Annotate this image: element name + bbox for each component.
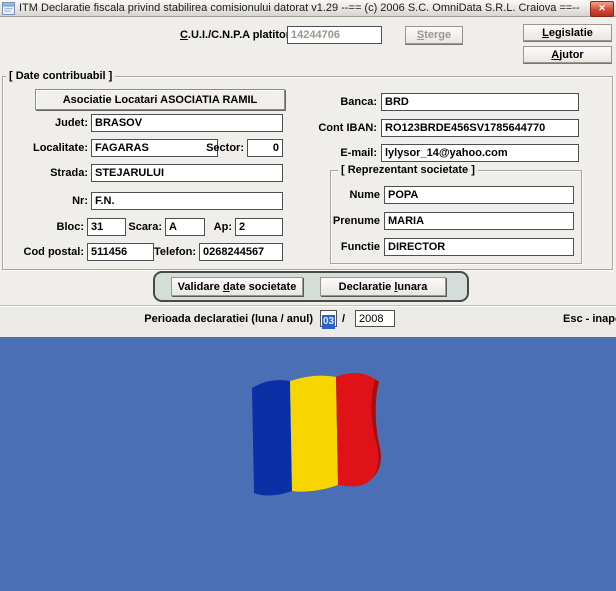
date-contribuabil-frame-label: [ Date contribuabil ]: [6, 70, 115, 82]
app-icon: [2, 2, 15, 15]
validare-date-button[interactable]: Validare date societate: [171, 277, 303, 296]
strada-label: Strada:: [6, 167, 88, 179]
iban-input[interactable]: [381, 119, 579, 137]
validare-pre: Validare: [178, 281, 223, 293]
declaratie-post: unara: [397, 281, 427, 293]
sector-input[interactable]: [247, 139, 283, 157]
title-bar: ITM Declaratie fiscala privind stabilire…: [0, 0, 616, 17]
scara-input[interactable]: [165, 218, 205, 236]
banca-input[interactable]: [381, 93, 579, 111]
localitate-input[interactable]: [91, 139, 218, 157]
judet-label: Judet:: [6, 117, 88, 129]
romania-flag-image: [238, 366, 392, 512]
month-input[interactable]: 03: [320, 310, 337, 327]
telefon-input[interactable]: [199, 243, 283, 261]
sterge-button[interactable]: Sterge: [405, 26, 463, 44]
ap-label: Ap:: [205, 221, 232, 233]
functie-input[interactable]: [384, 238, 574, 256]
telefon-label: Telefon:: [150, 246, 196, 258]
email-label: E-mail:: [300, 147, 377, 159]
window-title: ITM Declaratie fiscala privind stabilire…: [19, 2, 580, 14]
iban-label: Cont IBAN:: [295, 122, 377, 134]
banca-label: Banca:: [300, 96, 377, 108]
localitate-label: Localitate:: [6, 142, 88, 154]
declaratie-lunara-button[interactable]: Declaratie lunara: [320, 277, 446, 296]
month-selected-value: 03: [322, 315, 335, 329]
cui-label: C.U.I./C.N.P.A platitor: [150, 29, 290, 41]
nr-label: Nr:: [6, 195, 88, 207]
perioada-label: Perioada declaratiei (luna / anul): [125, 313, 313, 325]
scara-label: Scara:: [120, 221, 162, 233]
cod-postal-label: Cod postal:: [2, 246, 84, 258]
year-input[interactable]: [355, 310, 395, 327]
legislatie-button[interactable]: Legislatie: [523, 24, 612, 41]
judet-input[interactable]: [91, 114, 283, 132]
nr-input[interactable]: [91, 192, 283, 210]
bloc-label: Bloc:: [6, 221, 84, 233]
ap-input[interactable]: [235, 218, 283, 236]
period-separator: /: [342, 313, 345, 325]
validare-accel: d: [223, 281, 230, 293]
prenume-label: Prenume: [320, 215, 380, 227]
cui-input[interactable]: [287, 26, 382, 44]
nume-input[interactable]: [384, 186, 574, 204]
cui-label-rest: .U.I./C.N.P.A platitor: [188, 29, 290, 41]
close-icon[interactable]: ✕: [590, 1, 614, 17]
asociatie-button[interactable]: Asociatie Locatari ASOCIATIA RAMIL: [35, 89, 285, 110]
sterge-rest: terge: [424, 29, 451, 41]
cui-label-accel: C: [180, 29, 188, 41]
ajutor-button[interactable]: Ajutor: [523, 46, 612, 63]
reprezentant-frame-label: [ Reprezentant societate ]: [338, 164, 478, 176]
prenume-input[interactable]: [384, 212, 574, 230]
validare-post: ate societate: [230, 281, 297, 293]
functie-label: Functie: [325, 241, 380, 253]
ajutor-rest: jutor: [559, 49, 583, 61]
email-input[interactable]: [381, 144, 579, 162]
nume-label: Nume: [330, 189, 380, 201]
sector-label: Sector:: [203, 142, 244, 154]
strada-input[interactable]: [91, 164, 283, 182]
declaratie-pre: Declaratie: [339, 281, 395, 293]
esc-hint: Esc - inapo: [563, 313, 616, 325]
app-window: ITM Declaratie fiscala privind stabilire…: [0, 0, 616, 591]
cod-postal-input[interactable]: [87, 243, 154, 261]
legislatie-rest: egislatie: [549, 27, 593, 39]
legislatie-accel: L: [542, 27, 549, 39]
